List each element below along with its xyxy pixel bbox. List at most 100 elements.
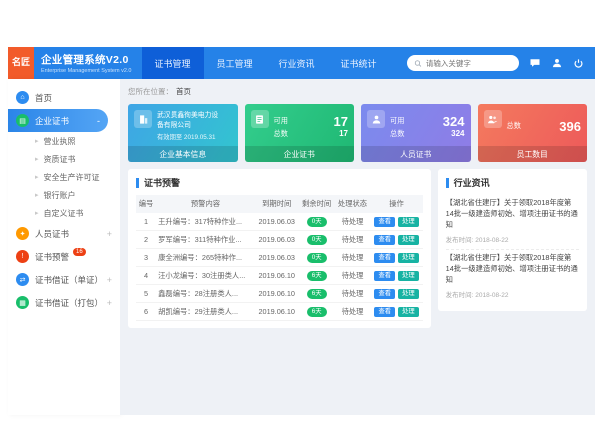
- news-text: 【湖北省住建厅】关于领取2018年度第14批一级建造师初始、增项注册证书的通知: [446, 253, 579, 286]
- header-right: [407, 47, 595, 79]
- sidebar-item-person-cert[interactable]: ✦ 人员证书 +: [8, 222, 120, 245]
- chevron-right-icon: ▸: [35, 191, 39, 199]
- person-cert-card: 可用 324 总数 324 人员证书: [361, 104, 471, 162]
- col-no: 编号: [136, 195, 156, 213]
- main-content: 您所在位置：首页 武汉贯鑫徇美电力设 备有限公司 有效期至 2019.05.31: [120, 79, 595, 415]
- cell-content: 胡凯编号：29注册类人...: [156, 303, 255, 321]
- handle-button[interactable]: 处理: [398, 307, 419, 318]
- sidebar-item-home[interactable]: ⌂ 首页: [8, 86, 120, 109]
- app-logo: 名匠: [8, 47, 34, 79]
- news-item[interactable]: 【湖北省住建厅】关于领取2018年度第14批一级建造师初始、增项注册证书的通知 …: [446, 195, 579, 250]
- expand-icon[interactable]: +: [107, 229, 112, 239]
- enterprise-cert-icon: ▤: [16, 114, 29, 127]
- cell-status: 待处理: [335, 303, 371, 321]
- enterprise-cert-button[interactable]: 企业证书: [245, 146, 355, 162]
- view-button[interactable]: 查看: [374, 217, 395, 228]
- home-icon: ⌂: [16, 91, 29, 104]
- sidebar-item-cert-borrow-single[interactable]: ⇄ 证书借证（单证） +: [8, 268, 120, 291]
- sidebar-subitem-label: 安全生产许可证: [44, 172, 100, 183]
- sidebar-subitem-business-license[interactable]: ▸ 营业执照: [8, 132, 120, 150]
- cell-content: 罗军编号：311特种作业...: [156, 231, 255, 249]
- sidebar-subitem-label: 银行账户: [44, 190, 76, 201]
- building-icon: [134, 110, 152, 128]
- expand-icon[interactable]: +: [107, 298, 112, 308]
- collapse-icon[interactable]: -: [97, 116, 100, 126]
- staff-count-card: 总数 396 员工数目: [478, 104, 588, 162]
- sidebar-item-label: 证书预警: [35, 251, 69, 263]
- enterprise-cert-card: 可用 17 总数 17 企业证书: [245, 104, 355, 162]
- person-cert-icon: ✦: [16, 227, 29, 240]
- breadcrumb-current[interactable]: 首页: [176, 87, 191, 96]
- view-button[interactable]: 查看: [374, 235, 395, 246]
- cell-no: 4: [136, 267, 156, 285]
- title-accent-bar: [446, 178, 449, 188]
- sidebar-subitem-safety-permit[interactable]: ▸ 安全生产许可证: [8, 168, 120, 186]
- sidebar: ⌂ 首页 ▤ 企业证书 - ▸ 营业执照 ▸ 资质证书 ▸ 安全生产许可证 ▸ …: [8, 79, 120, 415]
- handle-button[interactable]: 处理: [398, 217, 419, 228]
- handle-button[interactable]: 处理: [398, 253, 419, 264]
- cell-status: 待处理: [335, 213, 371, 231]
- tab-cert-statistics[interactable]: 证书统计: [328, 47, 390, 79]
- cell-content: 汪小龙编号：30注册类人...: [156, 267, 255, 285]
- cell-content: 康全洲编号：265特种作...: [156, 249, 255, 267]
- company-info-button[interactable]: 企业基本信息: [128, 146, 238, 162]
- person-icon: [367, 110, 385, 128]
- tab-industry-news[interactable]: 行业资讯: [266, 47, 328, 79]
- stat-label-total: 总数: [507, 121, 521, 131]
- chat-icon[interactable]: [528, 57, 541, 70]
- cell-content: 王升编号：317特种作业...: [156, 213, 255, 231]
- table-row: 2 罗军编号：311特种作业... 2019.06.03 0天 待处理 查看处理: [136, 231, 423, 249]
- cell-status: 待处理: [335, 285, 371, 303]
- view-button[interactable]: 查看: [374, 307, 395, 318]
- news-text: 【湖北省住建厅】关于领取2018年度第14批一级建造师初始、增项注册证书的通知: [446, 198, 579, 231]
- sidebar-item-cert-borrow-package[interactable]: ▦ 证书借证（打包） +: [8, 291, 120, 314]
- company-name: 武汉贯鑫徇美电力设 备有限公司: [157, 111, 232, 129]
- stat-label-total: 总数: [390, 129, 404, 139]
- sidebar-item-cert-warning[interactable]: ! 证书预警 16: [8, 245, 120, 268]
- news-item[interactable]: 【湖北省住建厅】关于领取2018年度第14批一级建造师初始、增项注册证书的通知 …: [446, 250, 579, 304]
- user-icon[interactable]: [550, 57, 563, 70]
- sidebar-subitem-qualification-cert[interactable]: ▸ 资质证书: [8, 150, 120, 168]
- app-frame: 名匠 企业管理系统V2.0 Enterprise Management Syst…: [0, 0, 600, 429]
- remain-badge: 0天: [307, 253, 327, 263]
- handle-button[interactable]: 处理: [398, 271, 419, 282]
- remain-badge: 0天: [307, 235, 327, 245]
- power-icon[interactable]: [572, 57, 585, 70]
- stat-label-available: 可用: [390, 116, 404, 126]
- stat-value-total: 17: [339, 129, 348, 138]
- expand-icon[interactable]: +: [107, 275, 112, 285]
- cell-expire: 2019.06.03: [255, 231, 299, 249]
- cell-status: 待处理: [335, 249, 371, 267]
- search-input[interactable]: [426, 59, 512, 68]
- sidebar-subitem-custom-cert[interactable]: ▸ 自定义证书: [8, 204, 120, 222]
- news-date: 发布时间: 2018-08-22: [446, 234, 579, 244]
- view-button[interactable]: 查看: [374, 253, 395, 264]
- sidebar-item-enterprise-cert[interactable]: ▤ 企业证书 -: [8, 109, 108, 132]
- sidebar-subitem-bank-account[interactable]: ▸ 银行账户: [8, 186, 120, 204]
- tab-staff-management[interactable]: 员工管理: [204, 47, 266, 79]
- chevron-right-icon: ▸: [35, 209, 39, 217]
- staff-count-button[interactable]: 员工数目: [478, 146, 588, 162]
- app-subtitle: Enterprise Management System v2.0: [41, 68, 132, 74]
- industry-news-title: 行业资讯: [446, 176, 579, 189]
- chevron-right-icon: ▸: [35, 155, 39, 163]
- person-cert-button[interactable]: 人员证书: [361, 146, 471, 162]
- handle-button[interactable]: 处理: [398, 235, 419, 246]
- cell-content: 鑫磊编号：28注册类人...: [156, 285, 255, 303]
- view-button[interactable]: 查看: [374, 289, 395, 300]
- chevron-right-icon: ▸: [35, 137, 39, 145]
- remain-badge: 6天: [307, 289, 327, 299]
- remain-badge: 6天: [307, 271, 327, 281]
- cert-warning-title: 证书预警: [136, 176, 423, 189]
- cert-warning-icon: !: [16, 250, 29, 263]
- tab-cert-management[interactable]: 证书管理: [142, 47, 204, 79]
- cell-status: 待处理: [335, 267, 371, 285]
- sidebar-subitem-label: 营业执照: [44, 136, 76, 147]
- app-title: 企业管理系统V2.0: [41, 52, 132, 67]
- stat-label-available: 可用: [274, 116, 288, 126]
- view-button[interactable]: 查看: [374, 271, 395, 282]
- company-validity: 有效期至 2019.05.31: [157, 132, 232, 141]
- table-row: 4 汪小龙编号：30注册类人... 2019.06.10 6天 待处理 查看处理: [136, 267, 423, 285]
- news-date: 发布时间: 2018-08-22: [446, 289, 579, 299]
- handle-button[interactable]: 处理: [398, 289, 419, 300]
